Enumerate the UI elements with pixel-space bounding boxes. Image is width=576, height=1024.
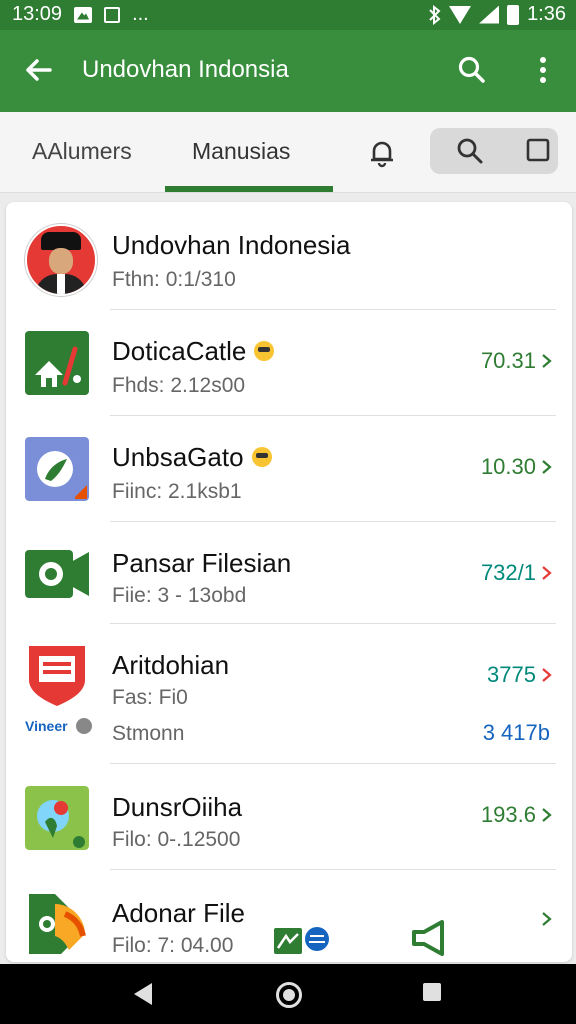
chevron-right-icon[interactable] [540,354,554,368]
brand-label: Vineer [25,718,68,734]
megaphone-icon [412,920,444,956]
item-value: 10.30 [480,454,536,479]
app-bar-title: Undovhan Indonsia [82,56,289,83]
item-title: Adonar File [112,898,245,928]
brand-badge-icon [76,718,92,734]
item-title: Pansar Filesian [112,548,292,578]
active-tab-indicator [165,186,333,192]
signal-icon [479,5,500,24]
gallery-app-icon [25,437,89,501]
maps-app-icon [25,786,89,850]
more-options-icon[interactable] [530,54,556,86]
home-app-icon [25,331,89,395]
back-arrow-icon[interactable] [22,54,54,86]
image-notification-icon [74,6,93,23]
tab-manusias[interactable]: Manusias [192,138,290,165]
file-list-card: Undovhan Indonesia Fthn: 0:1/310 DoticaC… [6,202,572,962]
item-value: 193.6 [480,802,536,827]
item-subtitle: Fthn: 0:1/310 [112,268,236,291]
list-item[interactable]: DunsrOiiha Filo: 0-.12500 193.6 [6,764,572,870]
bell-icon[interactable] [366,136,398,168]
item-subtitle: Fiie: 3 - 13obd [112,584,247,607]
item-value: 732/1 [480,560,536,585]
avatar [25,224,97,296]
item-secondary-value: 3 417b [482,720,550,745]
tab-bar: AAlumers Manusias [0,112,576,193]
item-title: UnbsaGato [112,442,272,473]
list-item[interactable]: DoticaCatle Fhds: 2.12s00 70.31 [6,310,572,416]
item-subtitle: Fhds: 2.12s00 [112,374,246,397]
list-item[interactable]: Adonar File Filo: 7: 04.00 [6,870,572,962]
app-bar: Undovhan Indonsia [0,30,576,112]
globe-icon [305,927,329,951]
chevron-right-icon[interactable] [540,668,554,682]
shield-app-icon [29,646,85,706]
sunglasses-emoji-icon [254,341,275,362]
status-time-right: 1:36 [527,3,566,25]
camera-app-icon [25,550,89,598]
more-notifications-icon: ... [132,3,149,25]
chevron-right-icon[interactable] [540,912,554,926]
status-bar: 13:09 ... 1:36 [0,0,576,30]
list-item[interactable]: Undovhan Indonesia Fthn: 0:1/310 [6,202,572,310]
tab-aalumers[interactable]: AAlumers [32,138,132,165]
item-title: Undovhan Indonesia [112,230,351,260]
list-item[interactable]: UnbsaGato Fiinc: 2.1ksb1 10.30 [6,416,572,522]
wifi-icon [449,5,472,24]
chevron-right-icon[interactable] [540,566,554,580]
item-subtitle: Fiinc: 2.1ksb1 [112,480,242,503]
status-time-left: 13:09 [12,3,63,25]
location-app-icon [29,894,86,954]
list-item[interactable]: Vineer Aritdohian Fas: Fi0 Stmonn 3775 3… [6,624,572,764]
item-title: Aritdohian [112,650,230,680]
sunglasses-emoji-icon [251,447,272,468]
search-icon[interactable] [456,54,488,86]
nav-home-icon[interactable] [276,982,302,1008]
item-value: 3775 [487,662,536,687]
map-icon [274,928,302,954]
item-subtitle: Filo: 0-.12500 [112,828,241,851]
nav-back-icon[interactable] [134,983,152,1005]
item-title: DoticaCatle [112,336,275,367]
item-secondary-text: Stmonn [112,722,185,745]
item-value: 70.31 [480,348,536,373]
item-subtitle: Filo: 7: 04.00 [112,934,234,957]
nav-recents-icon[interactable] [423,983,441,1001]
search-icon[interactable] [455,136,485,166]
square-icon[interactable] [526,138,550,162]
item-title: DunsrOiiha [112,792,243,822]
bluetooth-icon [429,4,441,25]
battery-icon [507,4,520,25]
system-navigation-bar [0,964,576,1024]
chevron-right-icon[interactable] [540,460,554,474]
calendar-notification-icon [104,6,121,23]
item-subtitle: Fas: Fi0 [112,686,188,709]
chevron-right-icon[interactable] [540,808,554,822]
list-item[interactable]: Pansar Filesian Fiie: 3 - 13obd 732/1 [6,522,572,624]
